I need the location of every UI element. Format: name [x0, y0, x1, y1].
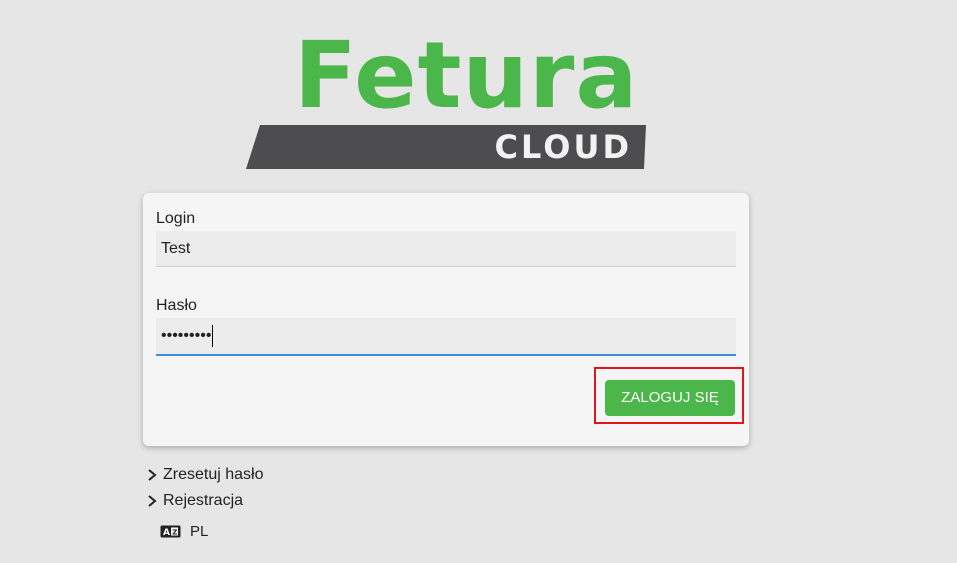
chevron-right-icon — [148, 469, 157, 481]
password-input[interactable]: ••••••••• — [156, 318, 736, 356]
login-label: Login — [156, 210, 196, 227]
language-label: PL — [190, 523, 209, 540]
reset-password-link[interactable]: Zresetuj hasło — [145, 466, 264, 484]
password-value: ••••••••• — [161, 327, 212, 344]
logo-wordmark: Fetura — [294, 22, 639, 129]
login-card: Login Test Hasło ••••••••• ZALOGUJ SIĘ — [143, 193, 749, 446]
login-button[interactable]: ZALOGUJ SIĘ — [605, 380, 735, 416]
reset-password-label: Zresetuj hasło — [163, 466, 264, 483]
fetura-cloud-logo: Fetura CLOUD — [246, 30, 646, 172]
logo-subtitle: CLOUD — [494, 128, 632, 166]
login-input[interactable]: Test — [156, 231, 736, 267]
svg-text:A: A — [163, 528, 170, 538]
text-caret — [212, 324, 214, 347]
login-page: Fetura CLOUD Login Test Hasło ••••••••• … — [0, 0, 957, 563]
login-value: Test — [161, 240, 191, 257]
chevron-right-icon — [148, 495, 157, 507]
svg-text:Z: Z — [172, 529, 177, 537]
password-label: Hasło — [156, 297, 197, 314]
language-selector[interactable]: A Z PL — [160, 523, 208, 540]
translate-icon: A Z — [160, 525, 181, 538]
register-label: Rejestracja — [163, 492, 244, 509]
register-link[interactable]: Rejestracja — [145, 492, 243, 510]
